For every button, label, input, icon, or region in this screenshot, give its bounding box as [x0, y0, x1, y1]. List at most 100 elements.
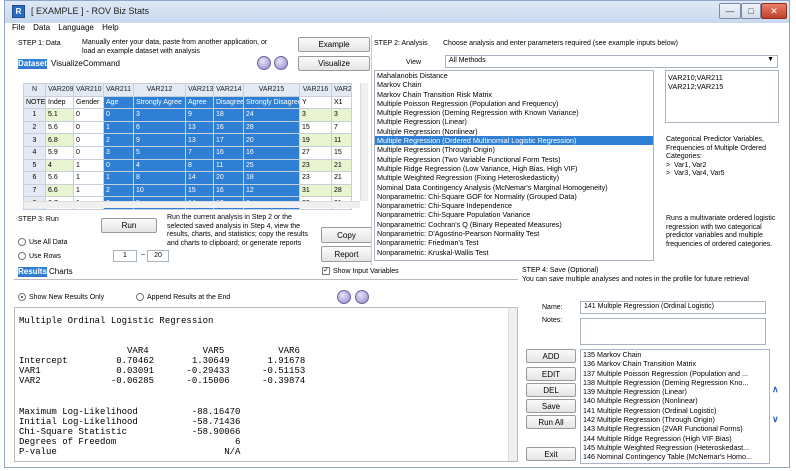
grid-cell[interactable]: 20 [213, 171, 244, 185]
grid-cell[interactable]: VAR211 [103, 83, 134, 97]
menu-file[interactable]: File [12, 23, 25, 32]
use-all-data-option[interactable]: Use All Data [18, 238, 68, 247]
view-select[interactable]: All Methods ▼ [445, 55, 778, 68]
grid-cell[interactable]: 21 [331, 171, 352, 185]
use-all-radio[interactable] [18, 238, 26, 246]
grid-cell[interactable]: 18 [213, 108, 244, 122]
grid-cell[interactable]: 3 [103, 145, 134, 160]
grid-cell[interactable]: 2 [23, 120, 46, 135]
saved-analyses-list[interactable]: 135 Markov Chain 136 Markov Chain Transit… [580, 349, 770, 464]
grid-cell[interactable]: 3 [331, 108, 352, 122]
grid-cell[interactable]: 5 [23, 158, 46, 173]
method-item[interactable]: Markov Chain [375, 80, 653, 89]
grid-cell[interactable]: 11 [213, 158, 244, 173]
grid-cell[interactable]: 18 [243, 171, 300, 185]
grid-cell[interactable]: Indep [45, 95, 74, 110]
grid-cell[interactable]: Age [103, 95, 134, 110]
run-button[interactable]: Run [101, 218, 157, 233]
tab-visualize[interactable]: Visualize [51, 59, 83, 68]
grid-cell[interactable]: Y [299, 95, 332, 110]
grid-cell[interactable]: 21 [331, 158, 352, 173]
grid-cell[interactable]: 0 [103, 158, 134, 173]
method-item[interactable]: Multiple Poisson Regression (Population … [375, 99, 653, 108]
menu-data[interactable]: Data [33, 23, 50, 32]
grid-cell[interactable]: 0 [73, 120, 104, 135]
grid-cell[interactable]: 4 [23, 145, 46, 160]
name-input[interactable]: 141 Multiple Regression (Ordinal Logisti… [580, 301, 766, 314]
saved-analysis-item[interactable]: 145 Multiple Weighted Regression (Hetero… [581, 443, 769, 452]
grid-cell[interactable]: 8 [133, 171, 186, 185]
add-button[interactable]: ADD [526, 349, 576, 363]
grid-cell[interactable]: Strongly Disagree [243, 95, 300, 110]
grid-cell[interactable]: 20 [243, 133, 300, 147]
grid-cell[interactable]: 1 [103, 171, 134, 185]
method-item[interactable]: Multiple Regression (Deming Regression w… [375, 108, 653, 117]
method-item[interactable]: Multiple Regression (Two Variable Functi… [375, 155, 653, 164]
copy-button[interactable]: Copy [321, 227, 372, 243]
notes-input[interactable] [580, 318, 766, 345]
grid-cell[interactable]: 24 [243, 108, 300, 122]
grid-cell[interactable]: 6.8 [45, 133, 74, 147]
grid-cell[interactable]: 0 [103, 108, 134, 122]
method-item[interactable]: Multiple Regression (Ordered Multinomial… [375, 136, 653, 146]
method-item[interactable]: Mahalanobis Distance [375, 71, 653, 80]
round-action-icon-4[interactable] [355, 290, 369, 304]
grid-cell[interactable]: 1 [73, 183, 104, 198]
grid-cell[interactable]: NOTES [23, 95, 46, 110]
edit-button[interactable]: EDIT [526, 367, 576, 381]
grid-cell[interactable]: 6 [133, 120, 186, 135]
grid-cell[interactable]: 13 [185, 133, 214, 147]
grid-cell[interactable]: VAR216 [299, 83, 332, 97]
grid-cell[interactable]: 19 [299, 133, 332, 147]
grid-cell[interactable]: 16 [243, 145, 300, 160]
append-radio[interactable] [136, 293, 144, 301]
method-item[interactable]: Nonparametric: Cochran's Q (Binary Repea… [375, 220, 653, 229]
grid-cell[interactable]: 3 [23, 133, 46, 147]
saved-analysis-item[interactable]: 135 Markov Chain [581, 350, 769, 359]
minimize-button[interactable]: — [719, 3, 741, 19]
method-item[interactable]: Multiple Regression (Nonlinear) [375, 127, 653, 136]
grid-cell[interactable]: 4 [45, 158, 74, 173]
saved-analysis-item[interactable]: 142 Multiple Regression (Through Origin) [581, 415, 769, 424]
grid-cell[interactable]: 27 [299, 145, 332, 160]
example-button[interactable]: Example [298, 37, 370, 52]
grid-cell[interactable]: VAR209 [45, 83, 74, 97]
grid-cell[interactable]: 5 [133, 145, 186, 160]
grid-cell[interactable]: 15 [185, 183, 214, 198]
exit-button[interactable]: Exit [526, 447, 576, 461]
method-item[interactable]: Nonparametric: D'Agostino-Pearson Normal… [375, 229, 653, 238]
move-down-icon[interactable]: ∨ [772, 414, 779, 425]
grid-cell[interactable]: 5.6 [45, 171, 74, 185]
grid-cell[interactable]: 7 [23, 183, 46, 198]
grid-cell[interactable]: 14 [185, 171, 214, 185]
grid-cell[interactable]: 16 [213, 183, 244, 198]
output-scrollbar[interactable] [508, 308, 517, 461]
grid-cell[interactable]: 5.1 [45, 108, 74, 122]
grid-cell[interactable]: 2 [103, 183, 134, 198]
grid-cell[interactable]: 16 [213, 145, 244, 160]
method-item[interactable]: Nonparametric: Friedman's Test [375, 238, 653, 247]
tab-command[interactable]: Command [83, 59, 120, 68]
round-action-icon[interactable] [257, 56, 271, 70]
saved-analysis-item[interactable]: 136 Markov Chain Transition Matrix [581, 359, 769, 368]
grid-cell[interactable]: 5.6 [45, 120, 74, 135]
grid-cell[interactable]: 2 [103, 133, 134, 147]
method-item[interactable]: Multiple Regression (Through Origin) [375, 145, 653, 154]
grid-cell[interactable]: 23 [299, 171, 332, 185]
round-action-icon-2[interactable] [274, 56, 288, 70]
grid-cell[interactable]: 15 [299, 120, 332, 135]
menu-language[interactable]: Language [58, 23, 94, 32]
grid-cell[interactable]: 17 [213, 133, 244, 147]
parameters-input[interactable]: VAR210;VAR211 VAR212;VAR215 [665, 70, 779, 123]
grid-cell[interactable]: 15 [331, 145, 352, 160]
grid-cell[interactable]: VAR21 [331, 83, 352, 97]
data-grid[interactable]: N VAR209 VAR210 VAR211 VAR212 VAR213 VAR214 VAR… [23, 83, 352, 210]
methods-list[interactable]: Mahalanobis Distance Markov Chain Markov C… [374, 70, 654, 261]
tab-charts[interactable]: Charts [49, 267, 73, 276]
round-action-icon-3[interactable] [337, 290, 351, 304]
grid-cell[interactable]: VAR210 [73, 83, 104, 97]
grid-hscrollbar[interactable] [23, 201, 360, 208]
show-input-variables[interactable]: ✓ Show Input Variables [322, 267, 399, 276]
move-up-icon[interactable]: ∧ [772, 384, 779, 395]
grid-cell[interactable]: 13 [185, 120, 214, 135]
